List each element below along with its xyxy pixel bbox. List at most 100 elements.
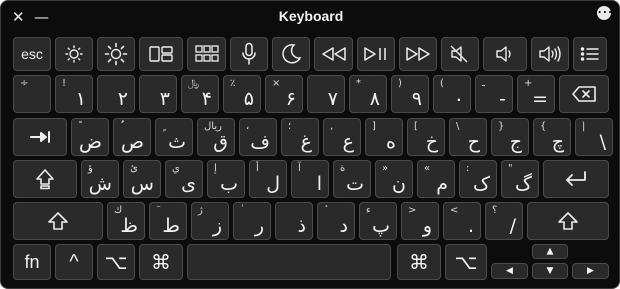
key-row1-5[interactable]: ﷼ ۴ (181, 75, 219, 113)
shift-icon (557, 211, 579, 231)
key-row4-6[interactable]: ٔد (317, 202, 355, 240)
key-row1-6[interactable]: ٪ ۵ (223, 75, 261, 113)
brightness-down-key[interactable] (55, 37, 93, 71)
dictation-key[interactable] (230, 37, 268, 71)
shift-character: ( (440, 78, 444, 89)
key-row2-2[interactable]: ٌص (113, 118, 151, 156)
key-row3-4[interactable]: إب (207, 160, 245, 198)
tab-key[interactable] (13, 118, 67, 156)
key-row2-8[interactable]: ] ه (365, 118, 403, 156)
options-button[interactable]: ⋯ (597, 4, 613, 20)
main-character: ظ (120, 215, 138, 237)
main-character: ۰ (453, 88, 464, 110)
key-row3-10[interactable]: :ک (459, 160, 497, 198)
caps-lock-icon (35, 168, 55, 190)
key-row2-3[interactable]: ٍث (155, 118, 193, 156)
key-row1-9[interactable]: * ۸ (349, 75, 387, 113)
key-row2-10[interactable]: \ ح (449, 118, 487, 156)
main-character: ل (266, 173, 280, 195)
arrow-up-key[interactable]: ▲ (532, 244, 568, 259)
key-row4-4[interactable]: ٰر (233, 202, 271, 240)
main-character: ۹ (411, 88, 422, 110)
key-row4-7[interactable]: ءپ (359, 202, 397, 240)
main-character: ط (162, 215, 180, 237)
key-row2-13[interactable]: | \ (575, 118, 613, 156)
option-key[interactable]: ⌥ (97, 244, 135, 280)
key-row1-10[interactable]: ) ۹ (391, 75, 429, 113)
option-right-key[interactable]: ⌥ (445, 244, 487, 280)
fast-forward-key[interactable] (399, 37, 437, 71)
do-not-disturb-key[interactable] (272, 37, 310, 71)
fast-forward-icon (405, 46, 431, 62)
return-key[interactable] (543, 160, 609, 198)
key-row3-6[interactable]: آا (291, 160, 329, 198)
command-key[interactable]: ⌘ (139, 244, 183, 280)
key-row1-13[interactable]: + = (517, 75, 555, 113)
main-character: ح (467, 131, 480, 153)
caps-lock-key[interactable] (13, 160, 77, 198)
key-row1-2[interactable]: ! ١ (55, 75, 93, 113)
key-row1-7[interactable]: × ۶ (265, 75, 303, 113)
key-row4-9[interactable]: <. (443, 202, 481, 240)
shift-right-key[interactable] (527, 202, 609, 240)
key-row1-3[interactable]: ٢ (97, 75, 135, 113)
key-row3-9[interactable]: «م (417, 160, 455, 198)
key-row2-12[interactable]: {چ (533, 118, 571, 156)
main-character: غ (300, 131, 312, 153)
key-row2-5[interactable]: ، ف (239, 118, 277, 156)
key-row3-7[interactable]: ةت (333, 160, 371, 198)
list-icon (580, 46, 600, 62)
arrow-left-key[interactable]: ◀ (491, 263, 528, 279)
delete-key[interactable] (559, 75, 609, 113)
key-row1-11[interactable]: (۰ (433, 75, 471, 113)
key-row1-12[interactable]: ـ- (475, 75, 513, 113)
play-pause-key[interactable] (357, 37, 395, 71)
launchpad-key[interactable] (187, 37, 226, 71)
key-row4-2[interactable]: ٓط (149, 202, 187, 240)
key-row1-1[interactable]: ÷ (13, 75, 51, 113)
command-right-key[interactable]: ⌘ (397, 244, 441, 280)
key-row3-8[interactable]: » ن (375, 160, 413, 198)
brightness-up-key[interactable] (97, 37, 135, 71)
fn-key[interactable]: fn (13, 244, 51, 280)
key-row2-4[interactable]: ريال ق (197, 118, 235, 156)
key-row4-3[interactable]: ژز (191, 202, 229, 240)
mute-key[interactable] (441, 37, 479, 71)
key-label: ◀ (506, 266, 513, 276)
main-character: ٣ (159, 88, 170, 110)
shift-left-key[interactable] (13, 202, 103, 240)
shift-character: آ (298, 163, 301, 174)
shift-character: ! (62, 78, 67, 89)
key-row2-11[interactable]: } ج (491, 118, 529, 156)
key-row4-5[interactable]: ‌ذ (275, 202, 313, 240)
volume-down-key[interactable] (483, 37, 527, 71)
rewind-key[interactable] (314, 37, 353, 71)
space-bar[interactable] (187, 244, 391, 280)
mission-control-key[interactable] (139, 37, 183, 71)
control-key[interactable]: ^ (55, 244, 93, 280)
key-row2-9[interactable]: [خ (407, 118, 445, 156)
key-row3-3[interactable]: يی (165, 160, 203, 198)
key-row1-8[interactable]: ۷ (307, 75, 345, 113)
main-character: ۷ (327, 88, 338, 110)
list-key[interactable] (573, 37, 607, 71)
key-row4-10[interactable]: ؟ / (485, 202, 523, 240)
key-row3-5[interactable]: أل (249, 160, 287, 198)
key-row3-11[interactable]: " گ (501, 160, 539, 198)
key-row4-1[interactable]: كظ (107, 202, 145, 240)
arrow-right-key[interactable]: ▶ (572, 263, 609, 279)
key-row3-2[interactable]: ئس (123, 160, 161, 198)
key-row2-1[interactable]: ًض (71, 118, 109, 156)
shift-character: ء (366, 205, 371, 216)
key-row1-4[interactable]: ٣ (139, 75, 177, 113)
key-row2-6[interactable]: ؛ غ (281, 118, 319, 156)
key-row4-8[interactable]: > و (401, 202, 439, 240)
volume-up-key[interactable] (531, 37, 569, 71)
shift-character: \ (456, 121, 460, 132)
key-row3-1[interactable]: ؤش (81, 160, 119, 198)
arrow-down-key[interactable]: ▼ (532, 263, 568, 279)
key-row2-7[interactable]: ,ع (323, 118, 361, 156)
main-character: ر (254, 215, 264, 237)
main-character: ٢ (117, 88, 128, 110)
esc-key[interactable]: esc (13, 37, 51, 71)
